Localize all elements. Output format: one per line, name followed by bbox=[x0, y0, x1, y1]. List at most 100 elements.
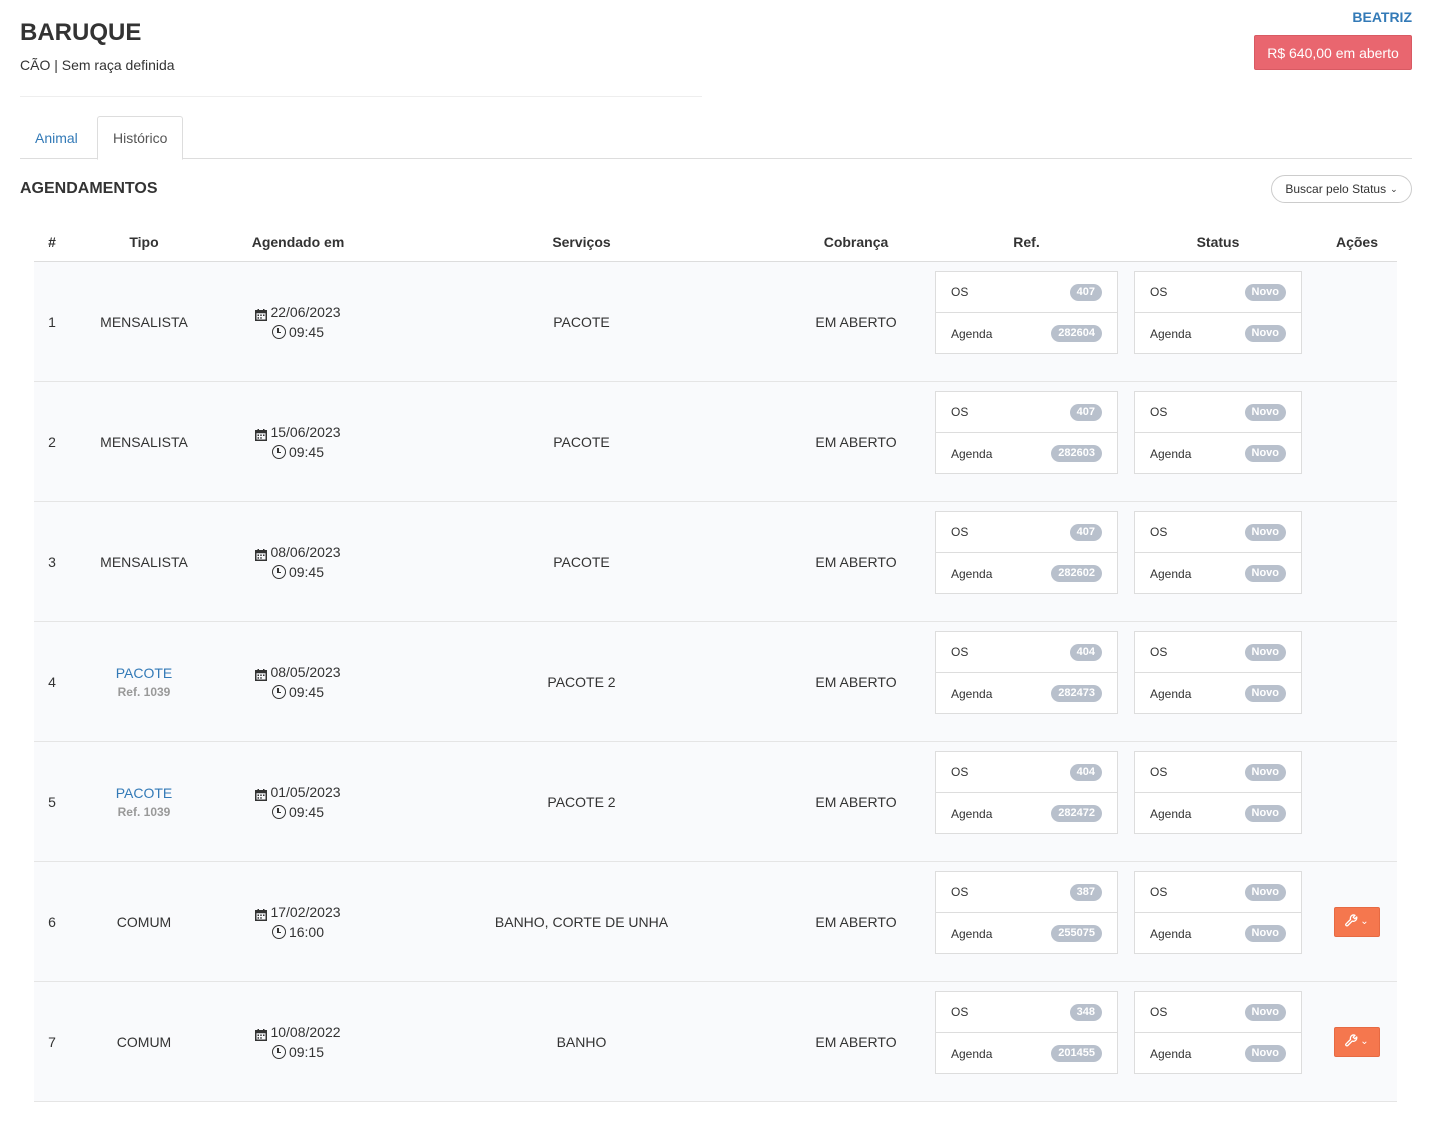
page-title: BARUQUE bbox=[20, 19, 142, 46]
row-cobranca: EM ABERTO bbox=[815, 794, 897, 810]
status-os-label: OS bbox=[1150, 645, 1168, 659]
row-number: 3 bbox=[48, 554, 56, 570]
row-actions-cell bbox=[1317, 742, 1397, 862]
open-amount-button[interactable]: R$ 640,00 em aberto bbox=[1254, 35, 1412, 70]
status-os-badge: Novo bbox=[1244, 283, 1286, 301]
ref-agenda-line[interactable]: Agenda 282603 bbox=[936, 433, 1117, 474]
divider bbox=[20, 96, 702, 97]
tab-historico[interactable]: Histórico bbox=[97, 116, 184, 160]
ref-agenda-label: Agenda bbox=[951, 566, 993, 581]
status-agenda-line: Agenda Novo bbox=[1135, 433, 1301, 474]
row-actions-button[interactable]: ⌄ bbox=[1334, 907, 1380, 937]
clock-icon bbox=[271, 685, 286, 699]
ref-os-line[interactable]: OS 348 bbox=[936, 992, 1117, 1033]
ref-os-label: OS bbox=[951, 285, 969, 299]
calendar-icon bbox=[255, 426, 268, 441]
row-date: 22/06/2023 bbox=[270, 304, 341, 320]
ref-agenda-line[interactable]: Agenda 282602 bbox=[936, 553, 1117, 594]
status-box: OS Novo Agenda Novo bbox=[1134, 391, 1302, 474]
status-agenda-badge: Novo bbox=[1244, 685, 1286, 702]
row-scheduled-cell: 17/02/2023 16:00 bbox=[218, 862, 378, 982]
ref-agenda-line[interactable]: Agenda 201455 bbox=[936, 1033, 1117, 1074]
status-os-label: OS bbox=[1150, 885, 1168, 899]
row-time: 09:45 bbox=[288, 804, 325, 820]
ref-os-line[interactable]: OS 404 bbox=[936, 632, 1117, 673]
row-number: 4 bbox=[48, 674, 56, 690]
status-agenda-label: Agenda bbox=[1150, 806, 1192, 821]
column-header-agendado: Agendado em bbox=[251, 234, 345, 250]
chevron-down-icon: ⌄ bbox=[1390, 183, 1398, 194]
clock-icon bbox=[271, 1045, 286, 1059]
calendar-icon bbox=[255, 786, 268, 801]
row-cobranca: EM ABERTO bbox=[815, 914, 897, 930]
ref-os-line[interactable]: OS 407 bbox=[936, 272, 1117, 313]
ref-box: OS 348 Agenda 201455 bbox=[935, 991, 1118, 1074]
status-os-line: OS Novo bbox=[1135, 272, 1301, 313]
ref-agenda-line[interactable]: Agenda 282473 bbox=[936, 673, 1117, 714]
row-tipo-link[interactable]: PACOTE bbox=[116, 785, 173, 801]
row-cobranca: EM ABERTO bbox=[815, 554, 897, 570]
row-tipo-cell: MENSALISTA bbox=[70, 382, 218, 502]
row-number: 7 bbox=[48, 1034, 56, 1050]
ref-box: OS 407 Agenda 282602 bbox=[935, 511, 1118, 594]
calendar-icon bbox=[255, 906, 268, 921]
ref-agenda-badge: 201455 bbox=[1051, 1045, 1102, 1062]
status-agenda-label: Agenda bbox=[1150, 686, 1192, 701]
status-os-label: OS bbox=[1150, 285, 1168, 299]
ref-box: OS 404 Agenda 282473 bbox=[935, 631, 1118, 714]
row-number: 5 bbox=[48, 794, 56, 810]
tab-bar: Animal Histórico bbox=[20, 116, 1412, 160]
ref-agenda-line[interactable]: Agenda 282472 bbox=[936, 793, 1117, 834]
tab-animal[interactable]: Animal bbox=[20, 116, 93, 159]
ref-os-line[interactable]: OS 407 bbox=[936, 392, 1117, 433]
clock-icon bbox=[271, 805, 286, 819]
status-os-label: OS bbox=[1150, 405, 1168, 419]
ref-agenda-badge: 255075 bbox=[1051, 925, 1102, 942]
row-servicos: PACOTE 2 bbox=[547, 674, 616, 690]
chevron-down-icon: ⌄ bbox=[1360, 916, 1369, 927]
ref-box: OS 404 Agenda 282472 bbox=[935, 751, 1118, 834]
row-servicos: BANHO, CORTE DE UNHA bbox=[494, 914, 669, 930]
status-os-badge: Novo bbox=[1244, 883, 1286, 901]
row-scheduled-cell: 22/06/2023 09:45 bbox=[218, 262, 378, 382]
ref-agenda-line[interactable]: Agenda 282604 bbox=[936, 313, 1117, 354]
ref-os-badge: 407 bbox=[1069, 283, 1102, 301]
status-os-line: OS Novo bbox=[1135, 632, 1301, 673]
ref-os-line[interactable]: OS 387 bbox=[936, 872, 1117, 913]
status-agenda-badge: Novo bbox=[1244, 805, 1286, 822]
row-tipo-cell: PACOTE Ref. 1039 bbox=[70, 742, 218, 862]
row-servicos: PACOTE 2 bbox=[547, 794, 616, 810]
ref-os-line[interactable]: OS 404 bbox=[936, 752, 1117, 793]
status-os-badge: Novo bbox=[1244, 643, 1286, 661]
ref-os-badge: 404 bbox=[1069, 763, 1102, 781]
table-row-1: 1 MENSALISTA 22/06/2023 09:45 PACOTE EM … bbox=[34, 262, 1397, 382]
status-agenda-badge: Novo bbox=[1244, 445, 1286, 462]
status-box: OS Novo Agenda Novo bbox=[1134, 511, 1302, 594]
status-box: OS Novo Agenda Novo bbox=[1134, 751, 1302, 834]
ref-os-badge: 387 bbox=[1069, 883, 1102, 901]
status-agenda-badge: Novo bbox=[1244, 325, 1286, 342]
row-tipo: MENSALISTA bbox=[100, 434, 188, 450]
status-os-line: OS Novo bbox=[1135, 752, 1301, 793]
status-os-badge: Novo bbox=[1244, 523, 1286, 541]
row-tipo: MENSALISTA bbox=[100, 314, 188, 330]
row-tipo-link[interactable]: PACOTE bbox=[116, 665, 173, 681]
row-servicos: PACOTE bbox=[553, 554, 610, 570]
row-cobranca: EM ABERTO bbox=[815, 314, 897, 330]
status-filter-dropdown[interactable]: Buscar pelo Status ⌄ bbox=[1271, 175, 1412, 203]
table-row-3: 3 MENSALISTA 08/06/2023 09:45 PACOTE EM … bbox=[34, 502, 1397, 622]
ref-agenda-label: Agenda bbox=[951, 1046, 993, 1061]
owner-name-link[interactable]: BEATRIZ bbox=[1352, 9, 1412, 25]
row-tipo-cell: COMUM bbox=[70, 862, 218, 982]
status-os-line: OS Novo bbox=[1135, 392, 1301, 433]
status-os-label: OS bbox=[1150, 525, 1168, 539]
row-scheduled-cell: 10/08/2022 09:15 bbox=[218, 982, 378, 1102]
ref-agenda-label: Agenda bbox=[951, 326, 993, 341]
row-scheduled-cell: 08/05/2023 09:45 bbox=[218, 622, 378, 742]
ref-box: OS 407 Agenda 282604 bbox=[935, 271, 1118, 354]
row-scheduled-cell: 01/05/2023 09:45 bbox=[218, 742, 378, 862]
wrench-icon bbox=[1345, 1034, 1358, 1050]
ref-agenda-line[interactable]: Agenda 255075 bbox=[936, 913, 1117, 954]
row-actions-button[interactable]: ⌄ bbox=[1334, 1027, 1380, 1057]
ref-os-line[interactable]: OS 407 bbox=[936, 512, 1117, 553]
